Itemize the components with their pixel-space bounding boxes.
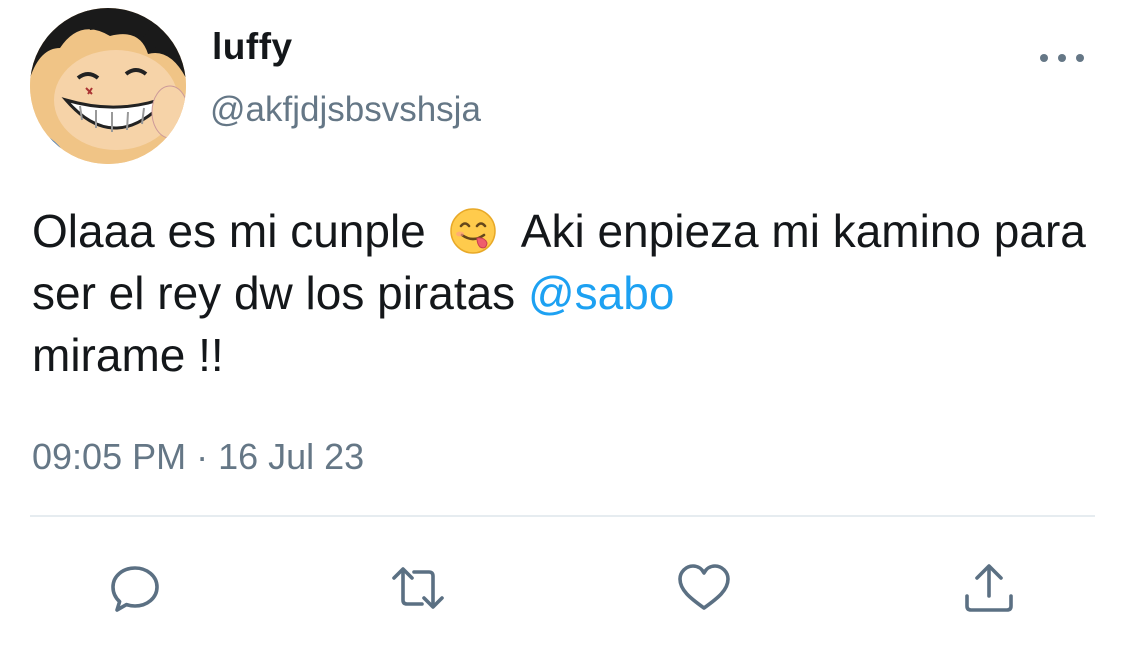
more-icon-dot — [1058, 54, 1066, 62]
user-handle[interactable]: @akfjdjsbsvshsja — [210, 90, 481, 130]
avatar[interactable] — [30, 8, 186, 164]
tweet-text: Olaaa es mi cunple Aki enpieza mi kamino… — [32, 200, 1112, 386]
tweet-text-part3: mirame !! — [32, 329, 224, 381]
reply-button[interactable] — [107, 560, 163, 616]
tweet-text-part1: Olaaa es mi cunple — [32, 205, 426, 257]
share-icon — [965, 564, 1013, 612]
more-icon-dot — [1076, 54, 1084, 62]
like-button[interactable] — [676, 560, 732, 616]
tweet-detail: luffy @akfjdjsbsvshsja Olaaa es mi cunpl… — [0, 0, 1125, 648]
more-options-button[interactable] — [1040, 44, 1084, 72]
share-button[interactable] — [961, 560, 1017, 616]
mention-link[interactable]: @sabo — [528, 267, 674, 319]
tweet-timestamp[interactable]: 09:05 PM · 16 Jul 23 — [32, 436, 364, 478]
heart-icon — [678, 564, 730, 610]
retweet-icon — [392, 567, 444, 609]
more-icon — [1040, 54, 1048, 62]
reply-icon — [111, 566, 159, 612]
display-name[interactable]: luffy — [212, 26, 293, 68]
retweet-button[interactable] — [390, 560, 446, 616]
divider — [30, 515, 1095, 517]
smiling-face-savoring-food-emoji-icon — [449, 207, 497, 255]
avatar-image — [30, 8, 186, 164]
